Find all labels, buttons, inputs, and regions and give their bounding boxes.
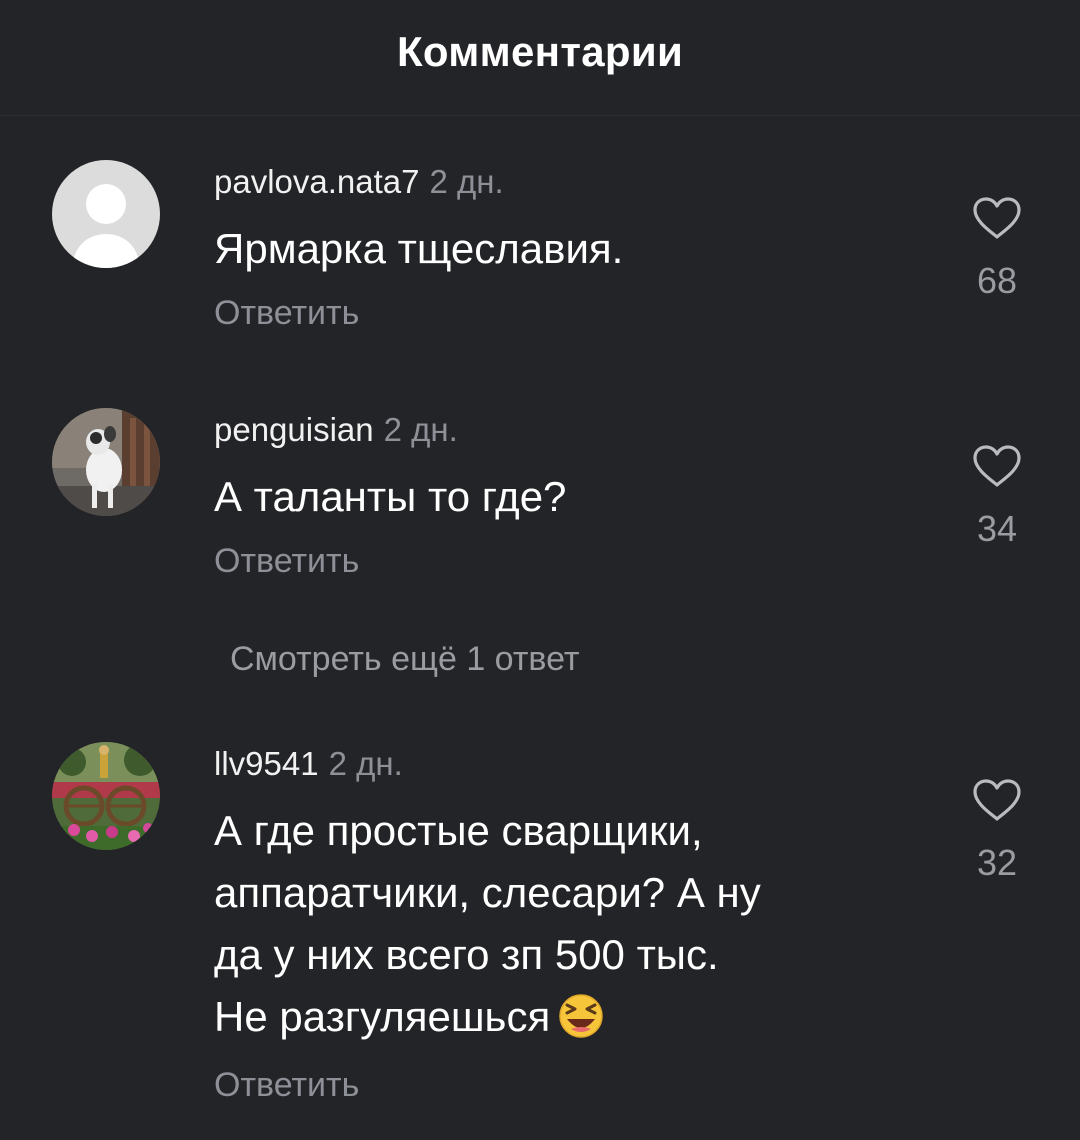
reply-button[interactable]: Ответить [214,1066,359,1105]
like-button[interactable]: 32 [962,778,1032,884]
avatar[interactable] [52,408,160,516]
dog-avatar-image [52,408,160,516]
page-title: Комментарии [396,28,684,75]
default-avatar-icon [52,160,160,268]
avatar[interactable] [52,160,160,268]
comments-header: Комментарии [0,0,1080,116]
comment-text-line: Не разгуляешься [214,993,551,1040]
comment-text: А где простые сварщики, аппаратчики, сле… [214,800,914,1056]
reply-button[interactable]: Ответить [214,294,359,333]
comment-text: А таланты то где? [214,473,567,520]
view-more-replies-button[interactable]: Смотреть ещё 1 ответ [230,640,579,679]
comment-text: Ярмарка тщеславия. [214,225,624,272]
heart-icon [973,445,1021,487]
avatar[interactable] [52,742,160,850]
like-button[interactable]: 34 [962,444,1032,550]
comment-text-line: А где простые сварщики, [214,807,703,854]
heart-icon [973,197,1021,239]
comment-meta: llv9541 2 дн. [214,744,403,784]
comment-text-line-with-emoji: Не разгуляешься [214,986,914,1056]
comment-text-line: да у них всего зп 500 тыс. [214,931,719,978]
laughing-emoji-icon [556,993,606,1056]
like-count: 68 [976,260,1018,301]
heart-icon [973,779,1021,821]
username[interactable]: llv9541 [214,745,319,782]
timestamp: 2 дн. [383,411,458,448]
comment-meta: penguisian 2 дн. [214,410,458,450]
like-count: 32 [976,842,1018,883]
comment-meta: pavlova.nata7 2 дн. [214,162,504,202]
timestamp: 2 дн. [328,745,403,782]
username[interactable]: penguisian [214,411,374,448]
like-button[interactable]: 68 [962,196,1032,302]
reply-button[interactable]: Ответить [214,542,359,581]
like-count: 34 [976,508,1018,549]
username[interactable]: pavlova.nata7 [214,163,420,200]
timestamp: 2 дн. [429,163,504,200]
comment-text-line: аппаратчики, слесари? А ну [214,869,761,916]
flowers-avatar-image [52,742,160,850]
